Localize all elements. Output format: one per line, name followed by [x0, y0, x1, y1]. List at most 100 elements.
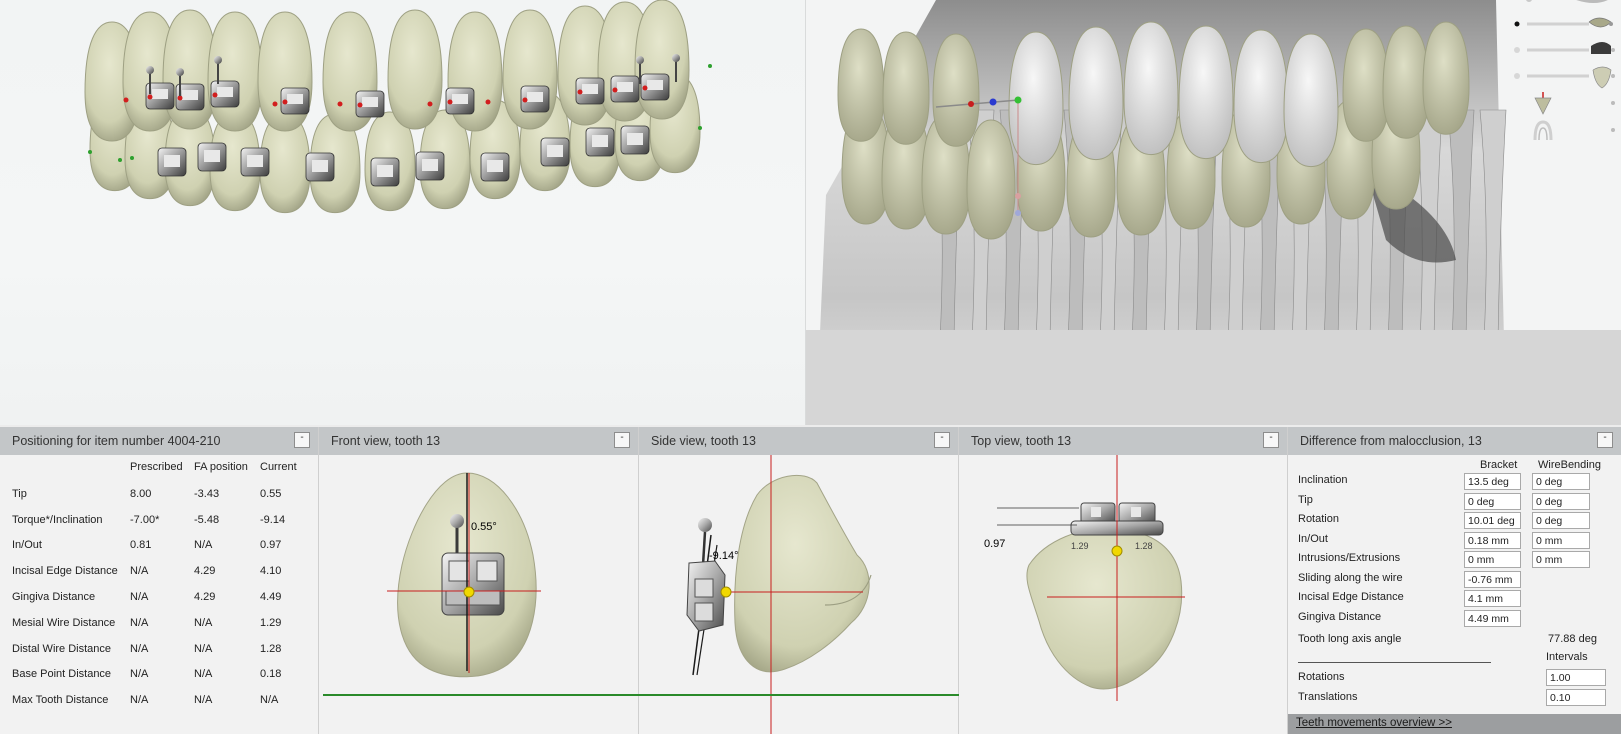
- side-view-header: Side view, tooth 13 -: [639, 427, 958, 455]
- translations-label: Translations: [1298, 691, 1358, 703]
- row-label: Mesial Wire Distance: [12, 616, 116, 629]
- tooth: [1382, 25, 1430, 139]
- row-label: In/Out: [12, 539, 42, 552]
- top-view-panel[interactable]: Top view, tooth 13 - 0.97 1.29 1.28: [959, 427, 1288, 734]
- top-distance-label: 0.97: [984, 538, 1005, 550]
- bracket-side: [686, 518, 726, 676]
- top-right-mark: 1.28: [1135, 541, 1153, 551]
- cell-value: 4.29: [194, 565, 216, 578]
- cell-value: N/A: [130, 565, 149, 578]
- bracket-input[interactable]: 13.5 deg: [1464, 473, 1521, 490]
- divider: [1298, 662, 1491, 663]
- cell-value: N/A: [130, 591, 149, 604]
- bracket: [585, 127, 615, 157]
- bracket: [157, 147, 187, 177]
- minimize-button[interactable]: -: [1263, 432, 1279, 448]
- tooth-long-axis-label: Tooth long axis angle: [1298, 633, 1402, 645]
- bracket-input[interactable]: 0 deg: [1464, 492, 1521, 510]
- front-view-header: Front view, tooth 13 -: [319, 427, 638, 455]
- difference-row-label: Inclination: [1298, 474, 1348, 486]
- wirebending-input[interactable]: 0 deg: [1532, 512, 1590, 529]
- minimize-button[interactable]: -: [294, 432, 310, 448]
- top-view-canvas: 0.97 1.29 1.28: [984, 455, 1185, 701]
- cell-value: N/A: [194, 668, 213, 681]
- tooth-crown-side: [734, 474, 870, 673]
- bracket: [240, 147, 270, 177]
- cell-value: N/A: [194, 642, 213, 655]
- table-row: Max Tooth Distance N/A N/A N/A: [8, 687, 301, 713]
- bracket: [610, 75, 640, 103]
- cbct-3d-viewport[interactable]: [806, 0, 1621, 425]
- front-view-canvas: 0.55°: [387, 472, 541, 678]
- tooth-long-axis-value: 77.88 deg: [1548, 633, 1597, 645]
- teeth-movements-overview-link[interactable]: Teeth movements overview >>: [1296, 717, 1452, 729]
- bracket: [640, 73, 670, 101]
- front-view-title: Front view, tooth 13: [331, 434, 441, 448]
- tooth-crown-top: [1026, 527, 1183, 690]
- lower-jaw-icon[interactable]: [1526, 0, 1611, 3]
- arch-3d-viewport[interactable]: [0, 0, 805, 425]
- row-label: Incisal Edge Distance: [12, 565, 118, 578]
- rotations-input[interactable]: 1.00: [1546, 669, 1606, 686]
- bracket: [197, 142, 227, 172]
- bracket: [305, 152, 335, 182]
- cell-value: N/A: [130, 616, 149, 629]
- bracket-input[interactable]: 10.01 deg: [1464, 512, 1521, 529]
- top-view-title: Top view, tooth 13: [971, 434, 1072, 448]
- tooth: [837, 28, 885, 142]
- footer-bar: Teeth movements overview >>: [1288, 714, 1621, 734]
- bracket: [370, 157, 400, 187]
- wirebending-column-header: WireBending: [1538, 459, 1601, 471]
- minimize-button[interactable]: -: [1597, 432, 1613, 448]
- bracket-input[interactable]: 4.1 mm: [1464, 590, 1521, 607]
- top-view-header: Top view, tooth 13 -: [959, 427, 1287, 455]
- difference-row-label: Tip: [1298, 493, 1313, 506]
- fa-point: [463, 586, 475, 598]
- view-toolbar: [1481, 0, 1621, 150]
- positioning-panel: Positioning for item number 4004-210 - P…: [0, 427, 319, 734]
- row-label: Base Point Distance: [12, 668, 112, 681]
- fa-point: [1111, 545, 1123, 557]
- tooth: [966, 119, 1016, 240]
- cell-value: -9.14: [260, 513, 286, 526]
- bracket-input[interactable]: 0 mm: [1464, 551, 1521, 568]
- column-header: Current: [260, 461, 297, 473]
- column-header: FA position: [194, 461, 248, 473]
- cell-value: -7.00*: [130, 513, 160, 526]
- table-row: Incisal Edge Distance N/A 4.29 4.10: [8, 558, 301, 584]
- tooth-shape-icon[interactable]: [1514, 42, 1615, 54]
- cell-value: 4.29: [194, 591, 216, 604]
- bracket: [480, 152, 510, 182]
- translations-input[interactable]: 0.10: [1546, 689, 1606, 706]
- side-view-panel[interactable]: Side view, tooth 13 - -9.14°: [639, 427, 959, 734]
- bracket: [520, 85, 550, 113]
- cell-value: 0.18: [260, 668, 282, 681]
- positioning-table: Prescribed FA position Current Tip 8.00 -3…: [8, 461, 301, 713]
- table-row: In/Out 0.81 N/A 0.97: [8, 533, 301, 559]
- tooth: [387, 9, 443, 130]
- tooth: [1342, 28, 1390, 142]
- tooth-slider-icon[interactable]: [1514, 66, 1615, 89]
- row-label: Max Tooth Distance: [12, 694, 109, 707]
- cell-value: 4.49: [260, 591, 282, 604]
- bracket-input[interactable]: 0.18 mm: [1464, 531, 1521, 549]
- arch-icon[interactable]: [1533, 120, 1615, 141]
- upper-jaw-icon[interactable]: [1514, 17, 1614, 28]
- minimize-button[interactable]: -: [934, 432, 950, 448]
- table-row: Tip 8.00 -3.43 0.55: [8, 481, 301, 507]
- wirebending-input[interactable]: 0 deg: [1532, 492, 1590, 510]
- difference-row-label: Sliding along the wire: [1298, 571, 1403, 584]
- cell-value: 8.00: [130, 487, 152, 500]
- bracket-input[interactable]: -0.76 mm: [1464, 570, 1521, 588]
- front-view-panel[interactable]: Front view, tooth 13 - 0.55°: [319, 427, 639, 734]
- tooth: [1233, 29, 1289, 164]
- bracket-input[interactable]: 4.49 mm: [1464, 609, 1521, 627]
- cell-value: N/A: [130, 694, 149, 707]
- wirebending-input[interactable]: 0 deg: [1532, 473, 1590, 490]
- minimize-button[interactable]: -: [614, 432, 630, 448]
- bracket: [280, 87, 310, 115]
- wirebending-input[interactable]: 0 mm: [1532, 551, 1590, 568]
- bracket: [210, 80, 240, 108]
- root-arrow-icon[interactable]: [1534, 92, 1615, 115]
- wirebending-input[interactable]: 0 mm: [1532, 531, 1590, 549]
